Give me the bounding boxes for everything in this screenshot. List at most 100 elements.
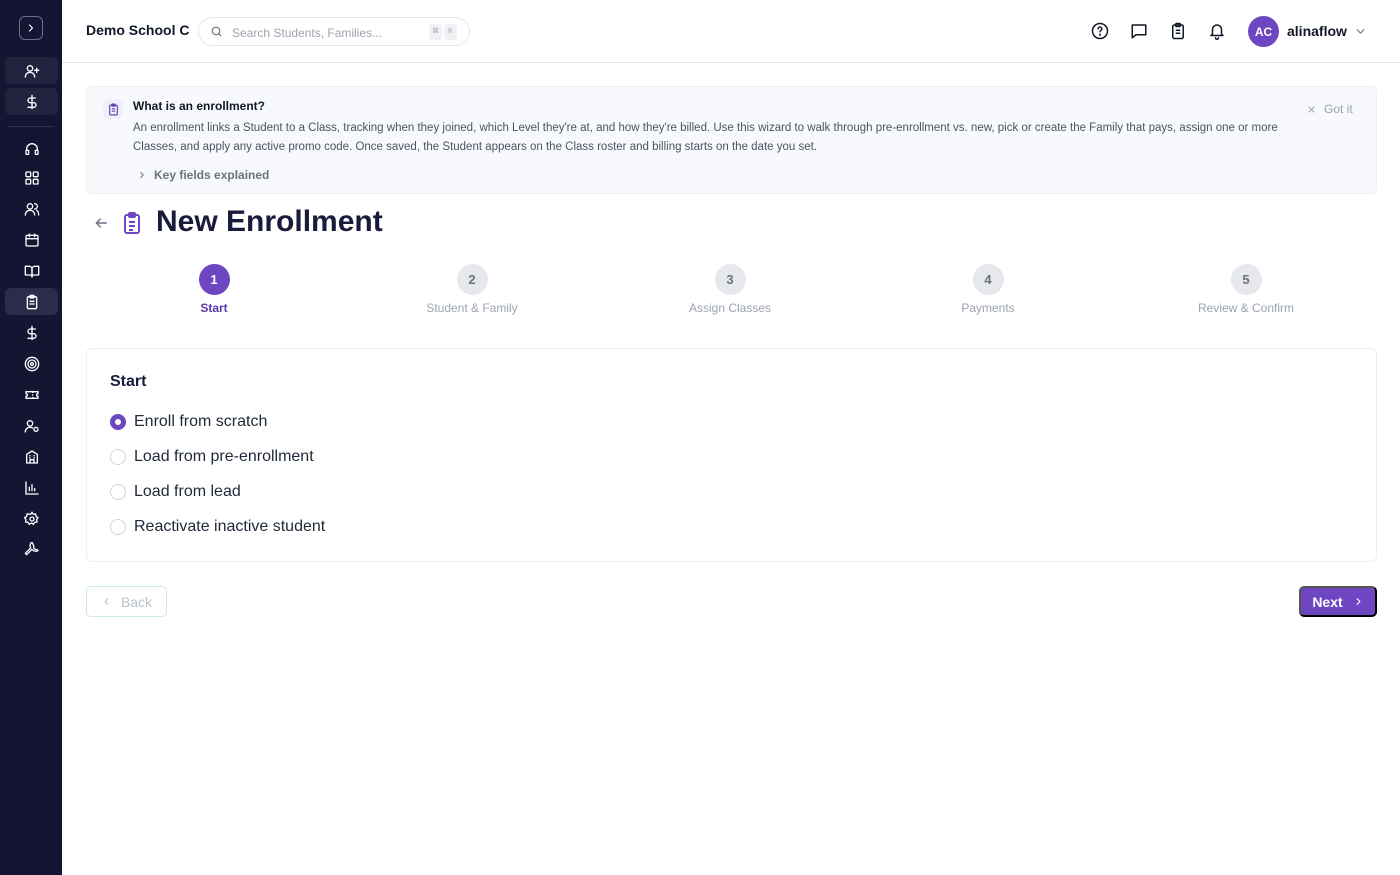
back-arrow-icon[interactable] (93, 215, 109, 231)
step-student-family[interactable]: 2 Student & Family (402, 264, 542, 315)
sidebar-item-enrollments[interactable] (5, 288, 58, 315)
dismiss-label: Got it (1324, 102, 1353, 116)
option-load-from-pre-enrollment[interactable]: Load from pre-enrollment (110, 448, 314, 466)
kbd-k: K (444, 24, 457, 40)
step-payments[interactable]: 4 Payments (918, 264, 1058, 315)
back-label: Back (120, 593, 153, 610)
user-gear-icon (24, 419, 39, 433)
messages-button[interactable] (1130, 22, 1148, 40)
sidebar-item-add-user[interactable] (5, 57, 58, 84)
banner-title: What is an enrollment? (133, 99, 266, 113)
calendar-icon (24, 232, 39, 247)
card-title: Start (110, 373, 147, 390)
kbd-cmd: ⌘ (429, 24, 442, 40)
step-label: Review & Confirm (1197, 301, 1295, 315)
sidebar-toggle-button[interactable] (19, 16, 43, 40)
search-icon (211, 26, 222, 37)
dismiss-banner-button[interactable]: Got it (1307, 102, 1353, 116)
top-bar: Demo School C Search Students, Families.… (62, 0, 1400, 63)
sidebar (0, 0, 62, 875)
chat-icon (1131, 24, 1147, 39)
sidebar-item-promos[interactable] (5, 381, 58, 408)
chevron-right-icon (28, 24, 34, 32)
option-label: Load from lead (134, 483, 241, 500)
chevron-down-icon[interactable] (1354, 25, 1367, 38)
step-number: 3 (714, 264, 746, 295)
sidebar-item-goals[interactable] (5, 350, 58, 377)
sidebar-item-payments-quick[interactable] (5, 88, 58, 115)
sidebar-item-support[interactable] (5, 135, 58, 162)
start-card: Start Enroll from scratch Load from pre-… (86, 348, 1377, 562)
step-label: Start (200, 301, 228, 315)
clipboard-icon (103, 99, 123, 119)
option-label: Enroll from scratch (134, 413, 268, 430)
dashboard-icon (24, 170, 39, 185)
sidebar-item-tools[interactable] (5, 536, 58, 563)
option-load-from-lead[interactable]: Load from lead (110, 483, 241, 501)
notifications-button[interactable] (1208, 22, 1226, 40)
clipboard-icon (1172, 22, 1184, 40)
building-icon (25, 449, 38, 464)
key-fields-label: Key fields explained (154, 168, 270, 182)
school-name[interactable]: Demo School C (86, 22, 189, 38)
wrench-icon (24, 541, 39, 555)
step-number: 2 (456, 264, 488, 295)
radio-button[interactable] (110, 484, 126, 500)
sidebar-item-settings[interactable] (5, 505, 58, 532)
sidebar-item-classes[interactable] (5, 257, 58, 284)
dollar-icon (26, 325, 37, 340)
option-label: Reactivate inactive student (134, 518, 326, 535)
user-plus-icon (24, 64, 39, 78)
chevron-left-icon (104, 598, 109, 605)
option-label: Load from pre-enrollment (134, 448, 314, 465)
clipboard-icon (26, 294, 37, 309)
username[interactable]: alinaflow (1287, 23, 1347, 39)
step-review-confirm[interactable]: 5 Review & Confirm (1176, 264, 1316, 315)
option-reactivate-inactive-student[interactable]: Reactivate inactive student (110, 518, 325, 536)
info-banner: What is an enrollment? An enrollment lin… (86, 86, 1377, 194)
step-label: Payments (961, 301, 1015, 315)
close-icon (1308, 105, 1315, 113)
step-number: 1 (198, 264, 230, 295)
bell-icon (1210, 24, 1224, 40)
page-title: New Enrollment (156, 205, 383, 238)
tasks-button[interactable] (1169, 22, 1187, 40)
sidebar-item-dashboard[interactable] (5, 164, 58, 191)
chevron-right-icon (1356, 598, 1361, 605)
headset-icon (24, 142, 39, 155)
next-label: Next (1312, 593, 1343, 610)
help-button[interactable] (1091, 22, 1109, 40)
sidebar-item-users[interactable] (5, 195, 58, 222)
ticket-icon (24, 390, 39, 399)
sidebar-item-calendar[interactable] (5, 226, 58, 253)
back-button[interactable]: Back (86, 586, 167, 617)
banner-text: An enrollment links a Student to a Class… (133, 122, 1278, 153)
step-number: 4 (972, 264, 1004, 295)
radio-button[interactable] (110, 449, 126, 465)
step-label: Student & Family (426, 301, 518, 315)
users-icon (24, 202, 39, 216)
sidebar-item-billing[interactable] (5, 319, 58, 346)
sidebar-item-staff[interactable] (5, 412, 58, 439)
key-fields-toggle[interactable]: Key fields explained (137, 168, 269, 182)
option-enroll-from-scratch[interactable]: Enroll from scratch (110, 413, 267, 431)
step-assign-classes[interactable]: 3 Assign Classes (660, 264, 800, 315)
next-button[interactable]: Next (1299, 586, 1377, 617)
clipboard-icon (124, 212, 140, 234)
radio-button[interactable] (110, 414, 126, 430)
gear-icon (23, 510, 39, 525)
radio-button[interactable] (110, 519, 126, 535)
dollar-icon (26, 94, 37, 109)
sidebar-item-locations[interactable] (5, 443, 58, 470)
step-start[interactable]: 1 Start (144, 264, 284, 315)
book-icon (24, 265, 39, 278)
chevron-right-icon (140, 171, 144, 179)
search-input[interactable]: Search Students, Families... ⌘ K (198, 17, 470, 46)
sidebar-divider (8, 126, 54, 127)
avatar[interactable]: AC (1248, 16, 1279, 47)
step-label: Assign Classes (688, 301, 772, 315)
step-number: 5 (1230, 264, 1262, 295)
search-placeholder: Search Students, Families... (232, 26, 383, 40)
target-icon (24, 356, 39, 371)
sidebar-item-reports[interactable] (5, 474, 58, 501)
